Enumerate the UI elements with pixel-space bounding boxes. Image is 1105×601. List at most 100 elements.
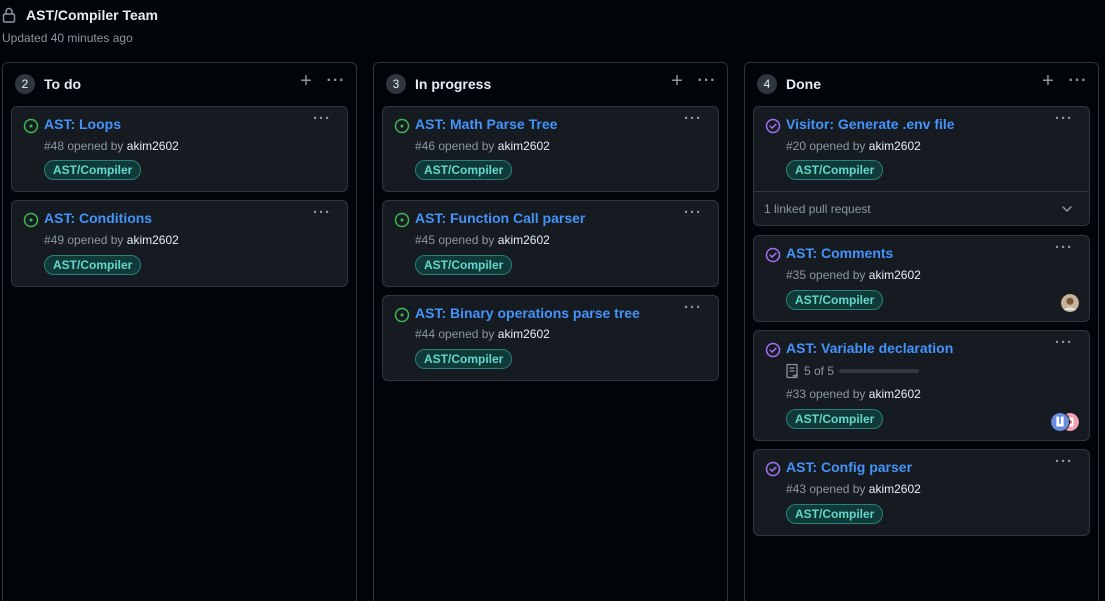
column-menu-button[interactable]: ··· bbox=[696, 72, 718, 92]
opened-by-text: opened by bbox=[67, 139, 124, 153]
issue-author[interactable]: akim2602 bbox=[869, 482, 921, 496]
card-menu-button[interactable]: ··· bbox=[311, 205, 333, 224]
linked-pr-text: 1 linked pull request bbox=[764, 201, 871, 216]
card-menu-button[interactable]: ··· bbox=[1053, 111, 1075, 130]
opened-by-text: opened by bbox=[809, 387, 866, 401]
issue-title[interactable]: AST: Binary operations parse tree bbox=[415, 305, 640, 321]
issue-meta: #44 opened by akim2602 bbox=[415, 327, 550, 341]
issue-card[interactable]: AST: Conditions ··· #49 opened by akim26… bbox=[11, 200, 348, 287]
column-count: 4 bbox=[757, 74, 777, 94]
column-menu-button[interactable]: ··· bbox=[325, 72, 347, 92]
issue-card[interactable]: AST: Function Call parser ··· #45 opened… bbox=[382, 200, 719, 287]
issue-label[interactable]: AST/Compiler bbox=[786, 160, 884, 180]
issue-label[interactable]: AST/Compiler bbox=[415, 349, 513, 369]
issue-card[interactable]: AST: Loops ··· #48 opened by akim2602 AS… bbox=[11, 106, 348, 192]
issue-title[interactable]: AST: Variable declaration bbox=[786, 340, 953, 356]
opened-by-text: opened by bbox=[438, 233, 495, 247]
opened-by-text: opened by bbox=[809, 268, 866, 282]
card-menu-button[interactable]: ··· bbox=[311, 111, 333, 130]
issue-meta: #46 opened by akim2602 bbox=[415, 139, 550, 153]
issue-title[interactable]: Visitor: Generate .env file bbox=[786, 116, 955, 132]
issue-author[interactable]: akim2602 bbox=[127, 233, 179, 247]
issue-author[interactable]: akim2602 bbox=[869, 268, 921, 282]
issue-author[interactable]: akim2602 bbox=[498, 139, 550, 153]
issue-closed-icon bbox=[765, 342, 781, 358]
issue-opened-icon bbox=[23, 118, 39, 134]
issue-author[interactable]: akim2602 bbox=[498, 327, 550, 341]
lock-icon bbox=[2, 7, 16, 23]
issue-closed-icon bbox=[765, 461, 781, 477]
issue-number: #35 bbox=[786, 268, 807, 282]
issue-title[interactable]: AST: Comments bbox=[786, 245, 893, 261]
issue-opened-icon bbox=[23, 212, 39, 228]
issue-card[interactable]: AST: Variable declaration ··· 5 of 5 #33… bbox=[753, 330, 1090, 441]
opened-by-text: opened by bbox=[438, 139, 495, 153]
issue-title[interactable]: AST: Config parser bbox=[786, 459, 912, 475]
issue-card[interactable]: AST: Config parser ··· #43 opened by aki… bbox=[753, 449, 1090, 536]
column-name: To do bbox=[44, 76, 82, 92]
issue-card[interactable]: AST: Comments ··· #35 opened by akim2602… bbox=[753, 235, 1090, 322]
issue-author[interactable]: akim2602 bbox=[127, 139, 179, 153]
add-card-button[interactable]: + bbox=[296, 71, 316, 92]
add-card-button[interactable]: + bbox=[1038, 71, 1058, 92]
issue-label[interactable]: AST/Compiler bbox=[415, 255, 513, 275]
issue-number: #33 bbox=[786, 387, 807, 401]
column-in-progress: 3 In progress + ··· AST: Math Parse Tree… bbox=[373, 62, 728, 601]
issue-card[interactable]: AST: Math Parse Tree ··· #46 opened by a… bbox=[382, 106, 719, 192]
card-menu-button[interactable]: ··· bbox=[1053, 454, 1075, 473]
issue-number: #45 bbox=[415, 233, 436, 247]
issue-title[interactable]: AST: Math Parse Tree bbox=[415, 116, 557, 132]
issue-card[interactable]: AST: Binary operations parse tree ··· #4… bbox=[382, 295, 719, 381]
column-menu-button[interactable]: ··· bbox=[1067, 72, 1089, 92]
linked-pull-requests-toggle[interactable]: 1 linked pull request bbox=[754, 191, 1089, 225]
task-count: 5 of 5 bbox=[804, 364, 835, 378]
card-menu-button[interactable]: ··· bbox=[1053, 240, 1075, 259]
issue-author[interactable]: akim2602 bbox=[869, 139, 921, 153]
issue-number: #43 bbox=[786, 482, 807, 496]
issue-opened-icon bbox=[394, 212, 410, 228]
task-progress: 5 of 5 bbox=[786, 363, 920, 379]
issue-label[interactable]: AST/Compiler bbox=[44, 255, 142, 275]
card-menu-button[interactable]: ··· bbox=[682, 205, 704, 224]
issue-opened-icon bbox=[394, 118, 410, 134]
issue-number: #20 bbox=[786, 139, 807, 153]
column-done: 4 Done + ··· Visitor: Generate .env file… bbox=[744, 62, 1099, 601]
chevron-down-icon bbox=[1062, 206, 1072, 212]
opened-by-text: opened by bbox=[438, 327, 495, 341]
opened-by-text: opened by bbox=[809, 139, 866, 153]
issue-meta: #43 opened by akim2602 bbox=[786, 482, 921, 496]
assignee-avatar[interactable] bbox=[1050, 412, 1070, 432]
issue-closed-icon bbox=[765, 247, 781, 263]
card-menu-button[interactable]: ··· bbox=[682, 111, 704, 130]
column-count: 3 bbox=[386, 74, 406, 94]
issue-meta: #35 opened by akim2602 bbox=[786, 268, 921, 282]
card-menu-button[interactable]: ··· bbox=[1053, 335, 1075, 354]
issue-label[interactable]: AST/Compiler bbox=[786, 290, 884, 310]
tasklist-icon bbox=[786, 363, 798, 379]
board-title: AST/Compiler Team bbox=[26, 7, 158, 23]
issue-number: #49 bbox=[44, 233, 65, 247]
column-count: 2 bbox=[15, 74, 35, 94]
issue-label[interactable]: AST/Compiler bbox=[44, 160, 142, 180]
column-name: In progress bbox=[415, 76, 492, 92]
task-progress-fill bbox=[839, 369, 920, 373]
opened-by-text: opened by bbox=[67, 233, 124, 247]
issue-label[interactable]: AST/Compiler bbox=[786, 409, 884, 429]
issue-number: #44 bbox=[415, 327, 436, 341]
issue-number: #46 bbox=[415, 139, 436, 153]
issue-label[interactable]: AST/Compiler bbox=[786, 504, 884, 524]
issue-meta: #48 opened by akim2602 bbox=[44, 139, 179, 153]
issue-author[interactable]: akim2602 bbox=[498, 233, 550, 247]
issue-title[interactable]: AST: Conditions bbox=[44, 210, 152, 226]
assignee-avatar[interactable] bbox=[1060, 293, 1080, 313]
column-name: Done bbox=[786, 76, 821, 92]
issue-card[interactable]: Visitor: Generate .env file ··· #20 open… bbox=[753, 106, 1090, 226]
add-card-button[interactable]: + bbox=[667, 71, 687, 92]
issue-meta: #33 opened by akim2602 bbox=[786, 387, 921, 401]
issue-title[interactable]: AST: Loops bbox=[44, 116, 121, 132]
updated-time: Updated 40 minutes ago bbox=[2, 31, 133, 45]
issue-title[interactable]: AST: Function Call parser bbox=[415, 210, 585, 226]
issue-label[interactable]: AST/Compiler bbox=[415, 160, 513, 180]
issue-author[interactable]: akim2602 bbox=[869, 387, 921, 401]
card-menu-button[interactable]: ··· bbox=[682, 300, 704, 319]
